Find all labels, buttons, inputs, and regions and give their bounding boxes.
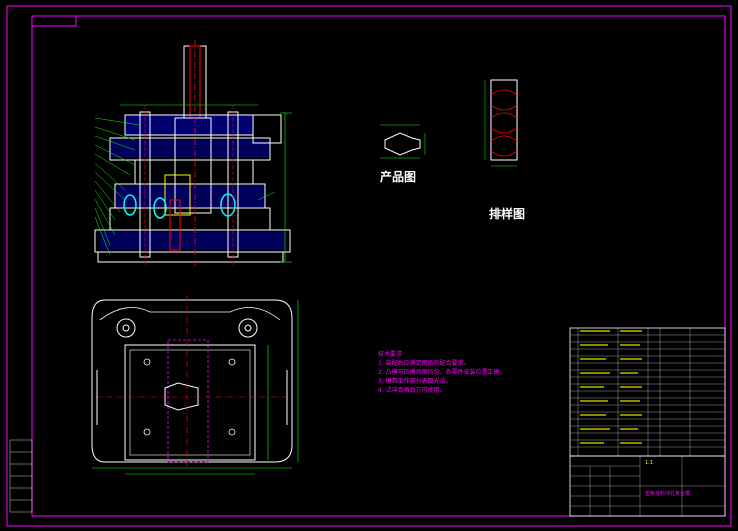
drawing-scale: 1:1 xyxy=(645,460,654,466)
inner-frame xyxy=(31,15,726,517)
revision-block xyxy=(9,439,33,513)
corner-tag xyxy=(31,15,77,27)
cad-drawing-canvas xyxy=(6,5,732,527)
drawing-name: 垫板落料冲孔复合模 xyxy=(645,491,691,497)
tech-note-item: 4. 试冲合格后方可使用。 xyxy=(378,387,446,394)
strip-layout-caption: 排样图 xyxy=(489,207,526,221)
section-view xyxy=(94,40,292,268)
parts-list-table xyxy=(569,327,726,457)
outer-frame xyxy=(6,5,732,527)
technical-requirements: 技术要求 1. 装配后应满足图纸的配合要求。 2. 凸模与凹模间隙均匀，各零件安… xyxy=(378,350,506,395)
tech-notes-title: 技术要求 xyxy=(378,351,403,358)
product-drawing xyxy=(380,124,426,159)
tech-note-item: 2. 凸模与凹模间隙均匀，各零件安装位置正确。 xyxy=(378,369,506,376)
product-drawing-caption: 产品图 xyxy=(380,170,417,184)
tech-note-item: 3. 模具工作部分表面光洁。 xyxy=(378,378,452,385)
plan-view xyxy=(91,295,299,475)
strip-layout xyxy=(484,79,518,167)
tech-note-item: 1. 装配后应满足图纸的配合要求。 xyxy=(378,360,470,367)
